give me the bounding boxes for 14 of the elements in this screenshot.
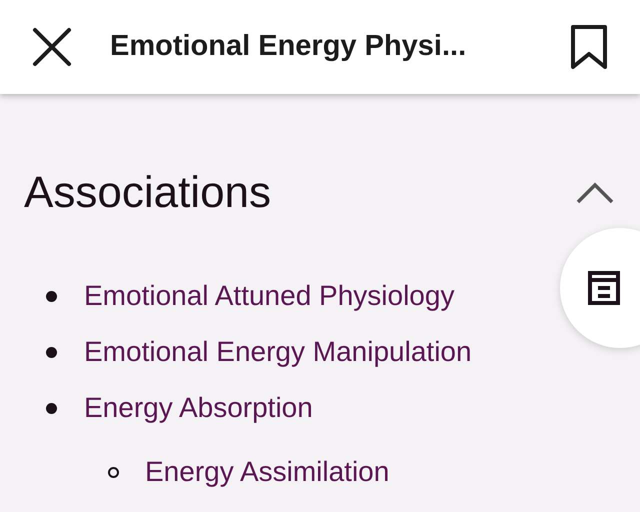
article-link[interactable]: Energy Assimilation bbox=[145, 451, 390, 493]
chevron-up-icon[interactable] bbox=[576, 182, 614, 204]
bookmark-icon[interactable] bbox=[570, 24, 608, 70]
page-title: Emotional Energy Physi... bbox=[110, 29, 468, 64]
bullet-icon bbox=[46, 290, 57, 302]
bullet-icon bbox=[108, 466, 119, 478]
article-link[interactable]: Emotional Energy Manipulation bbox=[84, 331, 472, 373]
section-heading: Associations bbox=[24, 167, 272, 219]
article-link[interactable]: Emotional Attuned Physiology bbox=[84, 275, 454, 317]
bullet-icon bbox=[46, 346, 57, 358]
bullet-icon bbox=[46, 402, 57, 414]
document-icon bbox=[588, 271, 620, 305]
close-icon[interactable] bbox=[32, 27, 72, 67]
article-link[interactable]: Energy Absorption bbox=[84, 387, 313, 429]
